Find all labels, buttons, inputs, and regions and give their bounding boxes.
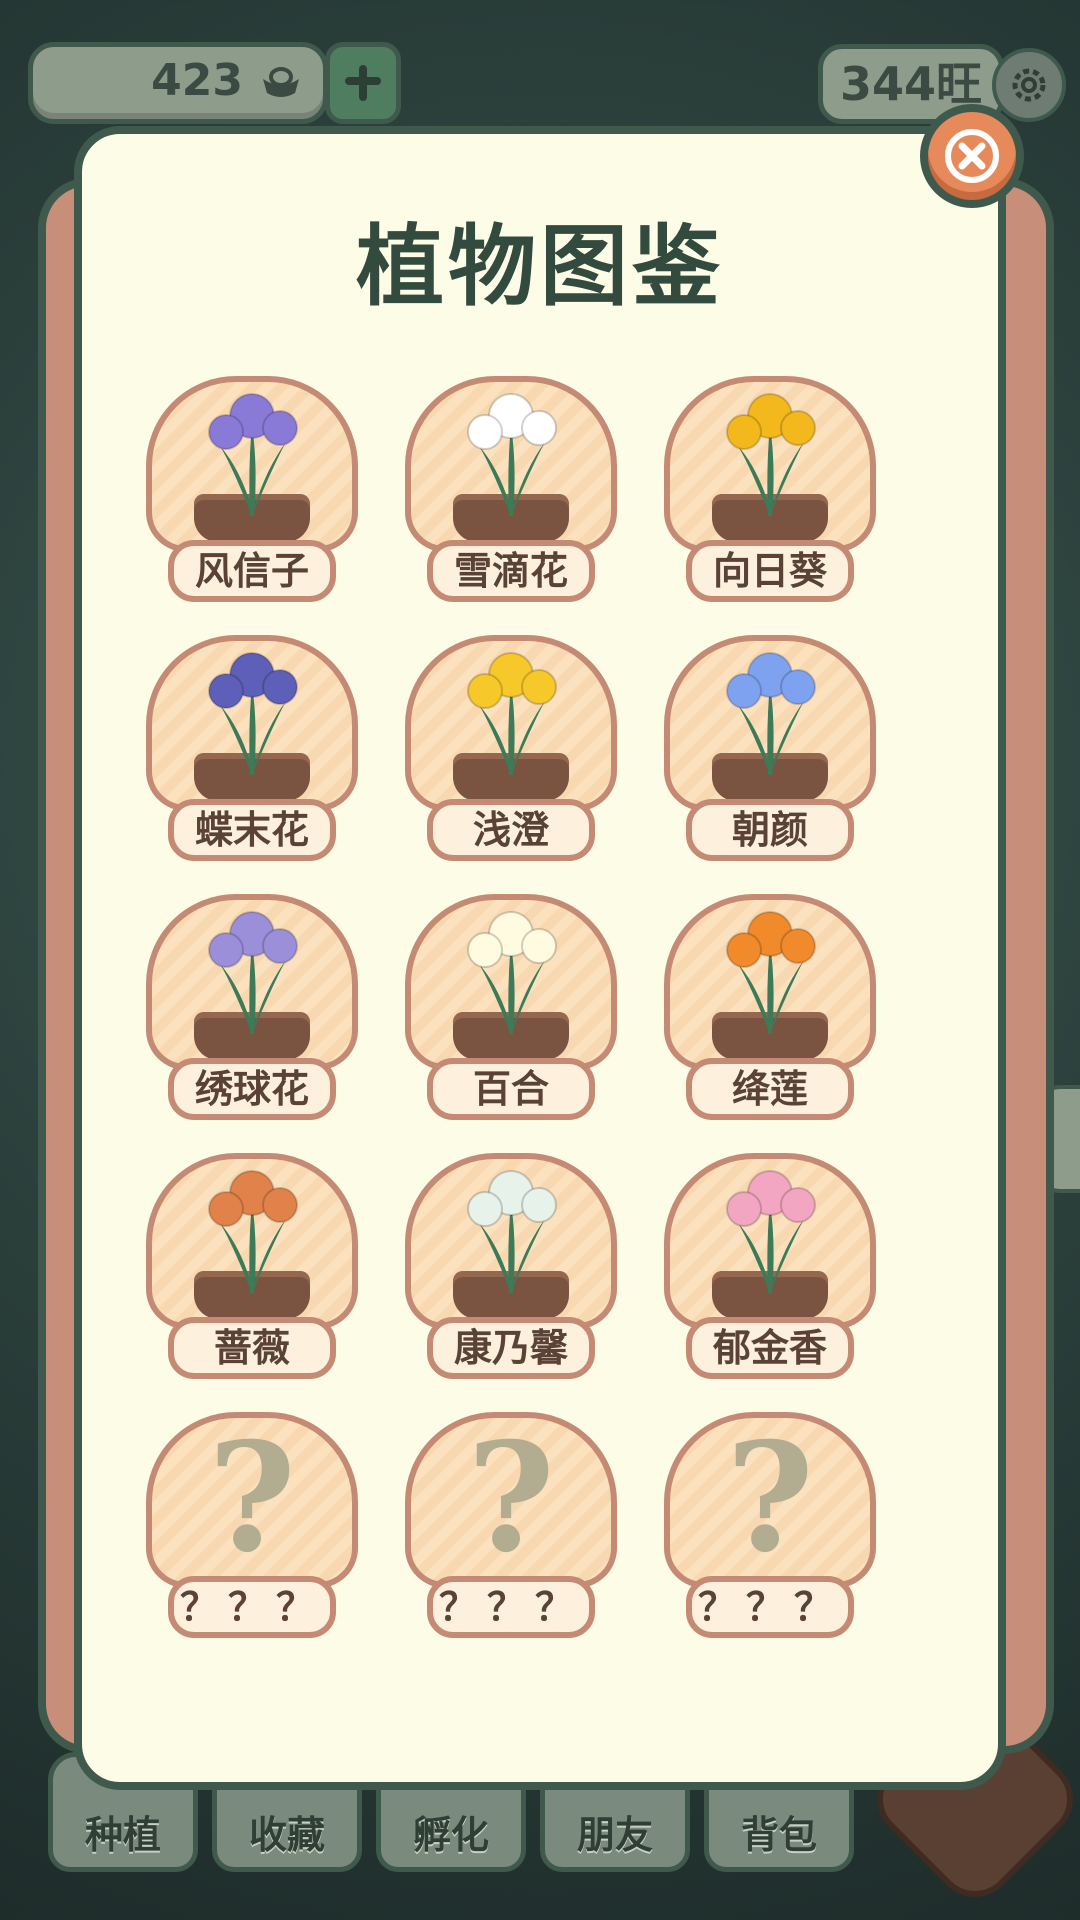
add-currency-button[interactable] — [325, 42, 401, 124]
close-icon — [945, 129, 999, 183]
gold-ingot-icon — [263, 67, 299, 97]
nav-label: 收藏 — [248, 1813, 325, 1857]
question-icon: ? — [467, 1410, 555, 1586]
currency-amount: 423 — [151, 55, 243, 106]
sunflower-icon — [726, 393, 816, 516]
plant-name-label: 康乃馨 — [427, 1317, 595, 1379]
orange-lotus-icon — [726, 911, 816, 1034]
plant-name-label: ？？？ — [168, 1576, 336, 1638]
plant-card[interactable]: 向日葵 — [664, 376, 876, 608]
plant-card[interactable]: ?？？？ — [146, 1412, 358, 1644]
modal-title: 植物图鉴 — [355, 215, 724, 318]
lily-icon — [467, 911, 557, 1034]
hydrangea-icon — [208, 911, 298, 1034]
currency-display: 423 — [28, 42, 328, 124]
plant-card[interactable]: ?？？？ — [405, 1412, 617, 1644]
plant-card[interactable]: 康乃馨 — [405, 1153, 617, 1385]
plant-card[interactable]: 蔷薇 — [146, 1153, 358, 1385]
carnation-icon — [467, 1170, 557, 1293]
plant-card[interactable]: 朝颜 — [664, 635, 876, 867]
plant-name-label: 绛莲 — [686, 1058, 854, 1120]
plant-name-label: ？？？ — [427, 1576, 595, 1638]
plus-icon — [345, 65, 381, 101]
close-button[interactable] — [920, 104, 1024, 208]
plant-name-label: 郁金香 — [686, 1317, 854, 1379]
plant-name-label: 朝颜 — [686, 799, 854, 861]
plant-name-label: ？？？ — [686, 1576, 854, 1638]
rose-icon — [208, 1170, 298, 1293]
plant-card[interactable]: 雪滴花 — [405, 376, 617, 608]
yellow-flower-icon — [467, 652, 557, 775]
plant-name-label: 蝶末花 — [168, 799, 336, 861]
plant-name-label: 雪滴花 — [427, 540, 595, 602]
plant-name-label: 浅澄 — [427, 799, 595, 861]
plant-card[interactable]: 百合 — [405, 894, 617, 1126]
plant-card[interactable]: 风信子 — [146, 376, 358, 608]
plant-card[interactable]: 绣球花 — [146, 894, 358, 1126]
plant-name-label: 向日葵 — [686, 540, 854, 602]
plant-card[interactable]: 郁金香 — [664, 1153, 876, 1385]
plant-name-label: 百合 — [427, 1058, 595, 1120]
nav-label: 朋友 — [576, 1813, 653, 1857]
question-icon: ? — [208, 1410, 296, 1586]
bottom-nav: 种植 收藏 孵化 朋友 背包 — [0, 1684, 1080, 1920]
tulip-icon — [726, 1170, 816, 1293]
plant-name-label: 风信子 — [168, 540, 336, 602]
settings-button[interactable] — [992, 48, 1066, 122]
plant-card[interactable]: 蝶末花 — [146, 635, 358, 867]
nav-label: 孵化 — [412, 1813, 489, 1857]
nav-label: 种植 — [84, 1813, 161, 1857]
hyacinth-icon — [208, 393, 298, 516]
nav-label: 背包 — [740, 1813, 817, 1857]
plant-name-label: 蔷薇 — [168, 1317, 336, 1379]
iris-icon — [208, 652, 298, 775]
plant-card[interactable]: 浅澄 — [405, 635, 617, 867]
plant-card[interactable]: 绛莲 — [664, 894, 876, 1126]
morning-glory-icon — [726, 652, 816, 775]
question-icon: ? — [726, 1410, 814, 1586]
plant-card[interactable]: ?？？？ — [664, 1412, 876, 1644]
gear-icon — [1012, 68, 1046, 102]
plant-name-label: 绣球花 — [168, 1058, 336, 1120]
snowdrop-icon — [467, 393, 557, 516]
